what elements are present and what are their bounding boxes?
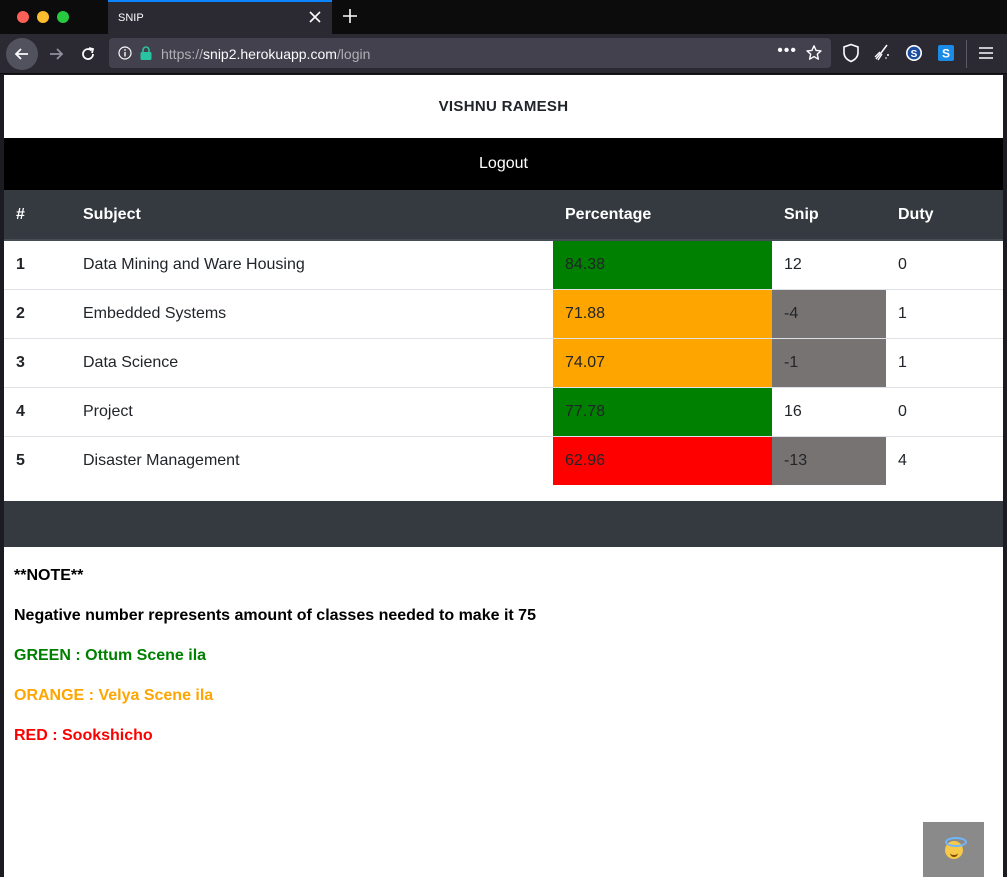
s-circle-extension-icon[interactable]: S (904, 43, 924, 63)
s-square-extension-icon[interactable]: S (936, 43, 956, 63)
emoji-button[interactable] (923, 822, 984, 877)
snip-cell: -13 (772, 435, 886, 485)
forward-arrow-icon[interactable] (40, 38, 72, 70)
web-page: VISHNU RAMESH Logout # Subject Percentag… (4, 75, 1003, 877)
subject-cell: Project (71, 386, 553, 436)
duty-cell: 1 (886, 337, 1003, 387)
table-header-row: # Subject Percentage Snip Duty (4, 190, 1003, 241)
column-header-duty: Duty (886, 190, 1003, 241)
note-negative: Negative number represents amount of cla… (14, 607, 536, 624)
percentage-cell: 84.38 (553, 239, 772, 289)
table-row: 5 Disaster Management 62.96 -13 4 (4, 435, 1003, 485)
smiling-face-with-halo-icon (944, 836, 967, 859)
attendance-table: # Subject Percentage Snip Duty 1 Data Mi… (4, 190, 1003, 485)
row-number: 2 (4, 288, 71, 338)
notes-section: **NOTE** Negative number represents amou… (14, 567, 536, 767)
lock-icon[interactable] (139, 45, 153, 66)
duty-cell: 4 (886, 435, 1003, 485)
cleaner-extension-icon[interactable] (872, 43, 892, 63)
note-orange: ORANGE : Velya Scene ila (14, 687, 214, 704)
url-scheme: https:// (161, 46, 204, 62)
column-header-number: # (4, 190, 71, 241)
page-actions-icon[interactable]: ••• (777, 42, 797, 60)
note-heading: **NOTE** (14, 567, 84, 584)
url-text[interactable]: https://snip2.herokuapp.com/login (161, 46, 370, 62)
snip-cell: 16 (772, 386, 886, 436)
svg-text:S: S (942, 47, 950, 61)
row-number: 5 (4, 435, 71, 485)
logout-link[interactable]: Logout (479, 155, 528, 173)
column-header-percentage: Percentage (553, 190, 772, 241)
reload-icon[interactable] (72, 38, 104, 70)
url-path: /login (336, 46, 371, 62)
table-row: 1 Data Mining and Ware Housing 84.38 12 … (4, 239, 1003, 289)
percentage-cell: 77.78 (553, 386, 772, 436)
column-header-snip: Snip (772, 190, 886, 241)
new-tab-icon[interactable] (340, 6, 360, 26)
logout-bar: Logout (4, 138, 1003, 190)
close-window-button[interactable] (17, 11, 29, 23)
bookmark-star-icon[interactable] (805, 44, 823, 67)
maximize-window-button[interactable] (57, 11, 69, 23)
user-name: VISHNU RAMESH (438, 98, 569, 115)
toolbar-separator (966, 40, 967, 68)
subject-cell: Embedded Systems (71, 288, 553, 338)
percentage-cell: 74.07 (553, 337, 772, 387)
duty-cell: 0 (886, 386, 1003, 436)
close-tab-icon[interactable] (306, 8, 324, 26)
duty-cell: 0 (886, 239, 1003, 289)
note-red: RED : Sookshicho (14, 727, 153, 744)
back-arrow-icon[interactable] (6, 38, 38, 70)
browser-navbar: https://snip2.herokuapp.com/login ••• S … (0, 34, 1007, 74)
table-row: 2 Embedded Systems 71.88 -4 1 (4, 288, 1003, 338)
address-bar[interactable]: https://snip2.herokuapp.com/login ••• (109, 38, 831, 68)
tab-title: SNIP (118, 12, 144, 24)
browser-titlebar: SNIP (0, 0, 1007, 34)
minimize-window-button[interactable] (37, 11, 49, 23)
browser-tab[interactable]: SNIP (108, 0, 332, 34)
svg-text:S: S (911, 49, 918, 60)
column-header-subject: Subject (71, 190, 553, 241)
row-number: 1 (4, 239, 71, 289)
url-host: snip2.herokuapp.com (203, 46, 337, 62)
snip-cell: -1 (772, 337, 886, 387)
subject-cell: Data Science (71, 337, 553, 387)
percentage-cell: 71.88 (553, 288, 772, 338)
info-icon[interactable] (118, 46, 132, 65)
hamburger-menu-icon[interactable] (976, 43, 996, 63)
tracking-protection-shield-icon[interactable] (841, 43, 861, 63)
snip-cell: -4 (772, 288, 886, 338)
note-green: GREEN : Ottum Scene ila (14, 647, 207, 664)
table-row: 3 Data Science 74.07 -1 1 (4, 337, 1003, 387)
footer-band (4, 501, 1003, 547)
row-number: 3 (4, 337, 71, 387)
duty-cell: 1 (886, 288, 1003, 338)
snip-cell: 12 (772, 239, 886, 289)
table-row: 4 Project 77.78 16 0 (4, 386, 1003, 436)
subject-cell: Disaster Management (71, 435, 553, 485)
row-number: 4 (4, 386, 71, 436)
subject-cell: Data Mining and Ware Housing (71, 239, 553, 289)
percentage-cell: 62.96 (553, 435, 772, 485)
